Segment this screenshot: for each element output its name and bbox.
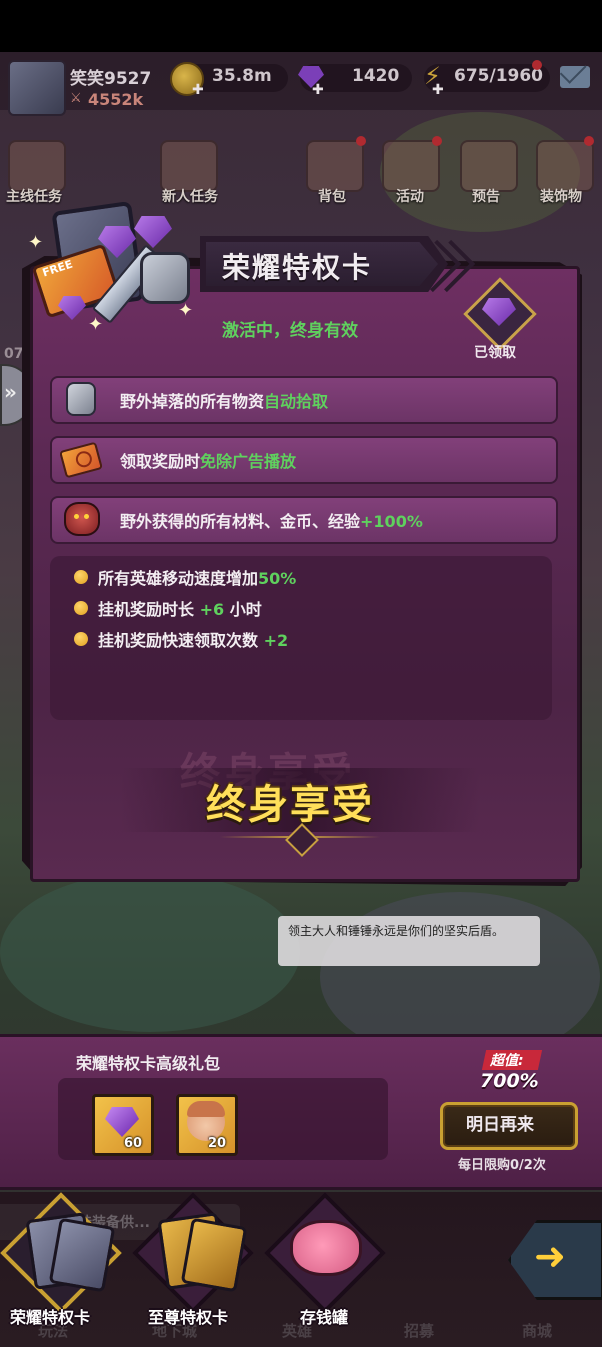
bonus-item: 挂机奖励快速领取次数 +2: [98, 627, 288, 651]
item-count: 20: [208, 1136, 227, 1151]
bullet-dot-icon: [74, 632, 88, 646]
tab-glory-card[interactable]: [0, 1192, 122, 1314]
tab-piggy-bank[interactable]: [264, 1192, 386, 1314]
add-gold-icon[interactable]: ✚: [192, 82, 204, 98]
add-gem-icon[interactable]: ✚: [312, 82, 324, 98]
purple-gem-icon: [105, 1107, 139, 1137]
main-quest-icon[interactable]: [8, 140, 66, 192]
privilege-row-text: 野外获得的所有材料、金币、经验+100%: [120, 508, 423, 532]
bonus-item: 所有英雄移动速度增加50%: [98, 565, 296, 589]
tab-label-glory-card: 荣耀特权卡: [10, 1308, 91, 1327]
nav-underlay-recruit: 招募: [404, 1322, 435, 1340]
bonus-item: 挂机奖励时长 +6 小时: [98, 596, 262, 620]
player-avatar[interactable]: [8, 60, 66, 116]
bonus-text: 挂机奖励时长: [98, 600, 195, 619]
privilege-card-icon: [48, 1217, 116, 1293]
item-count: 60: [124, 1136, 143, 1151]
bundle-title: 荣耀特权卡高级礼包: [76, 1054, 221, 1073]
gauntlet-icon: [140, 252, 190, 304]
menu-label-decoration: 装饰物: [540, 189, 582, 205]
come-back-tomorrow-label: 明日再来: [466, 1115, 534, 1135]
notification-dot: [532, 60, 542, 70]
gem-value: 1420: [352, 66, 400, 86]
piggy-bank-icon: [290, 1220, 362, 1276]
newbie-quest-icon[interactable]: [160, 140, 218, 192]
bonus-text: 挂机奖励快速领取次数: [98, 631, 259, 650]
card-status: 激活中，终身有效: [222, 321, 358, 341]
menu-label-backpack: 背包: [318, 189, 346, 205]
sparkle-icon: ✦: [178, 300, 194, 321]
privilege-text: 领取奖励时: [120, 452, 201, 471]
player-power: 4552k: [88, 90, 144, 109]
sparkle-icon: ✦: [28, 232, 44, 253]
purple-gem-icon: [58, 296, 86, 320]
stamina-value: 675/1960: [454, 66, 544, 86]
daily-purchase-limit: 每日限购0/2次: [458, 1158, 546, 1173]
bundle-item-hero[interactable]: [176, 1094, 238, 1156]
value-label: 超值:: [490, 1053, 524, 1069]
notification-dot: [584, 136, 594, 146]
backpack-icon[interactable]: [306, 140, 364, 192]
claimed-label: 已领取: [474, 345, 516, 361]
bullet-dot-icon: [74, 601, 88, 615]
ticket-icon: [59, 440, 103, 479]
privilege-text: 野外掉落的所有物资: [120, 392, 265, 411]
notification-dot: [432, 136, 442, 146]
event-icon[interactable]: [382, 140, 440, 192]
bonus-highlight: +2: [263, 631, 289, 650]
privilege-highlight: 自动拾取: [264, 392, 329, 411]
bonus-highlight: +6: [199, 600, 225, 619]
tab-label-supreme-card: 至尊特权卡: [148, 1308, 229, 1327]
player-name: 笑笑9527: [70, 69, 152, 89]
sparkle-icon: ✦: [88, 314, 104, 335]
power-icon: ⚔: [70, 91, 82, 106]
notification-dot: [356, 136, 366, 146]
claimed-reward-icon: [463, 277, 537, 351]
bullet-dot-icon: [74, 570, 88, 584]
value-percent: 700%: [480, 1070, 539, 1092]
tab-supreme-card[interactable]: [132, 1192, 254, 1314]
gold-value: 35.8m: [212, 66, 272, 86]
bonus-highlight: 50%: [258, 569, 297, 588]
privilege-highlight: 免除广告播放: [200, 452, 297, 471]
decoration-icon[interactable]: [536, 140, 594, 192]
arrow-right-icon: ➜: [534, 1234, 566, 1278]
bonus-suffix: 小时: [229, 600, 262, 619]
privilege-card-art: FREE ✦ ✦ ✦: [28, 196, 198, 336]
privilege-row-text: 领取奖励时免除广告播放: [120, 448, 296, 472]
enjoy-forever-title: 终身享受: [206, 782, 374, 828]
menu-label-preview: 预告: [472, 189, 500, 205]
speech-bubble-text: 领主大人和锤锤永远是你们的坚实后盾。: [288, 924, 505, 938]
nav-underlay-shop: 商城: [522, 1322, 553, 1340]
card-title: 荣耀特权卡: [222, 251, 373, 284]
privilege-text: 野外获得的所有材料、金币、经验: [120, 512, 361, 531]
boar-icon: [60, 500, 100, 536]
mail-icon[interactable]: [560, 66, 590, 88]
privilege-card-icon: [180, 1217, 248, 1293]
double-chevron-right-icon: »: [4, 380, 17, 404]
purple-gem-icon: [134, 216, 172, 248]
gauntlet-icon: [60, 380, 100, 416]
tab-label-piggy-bank: 存钱罐: [300, 1308, 349, 1327]
preview-icon[interactable]: [460, 140, 518, 192]
bundle-item-gem[interactable]: [92, 1094, 154, 1156]
menu-label-event: 活动: [396, 189, 424, 205]
bonus-text: 所有英雄移动速度增加: [98, 569, 259, 588]
privilege-row-text: 野外掉落的所有物资自动拾取: [120, 388, 328, 412]
side-number: 07: [4, 346, 24, 362]
add-stamina-icon[interactable]: ✚: [432, 82, 444, 98]
privilege-highlight: +100%: [360, 512, 423, 531]
